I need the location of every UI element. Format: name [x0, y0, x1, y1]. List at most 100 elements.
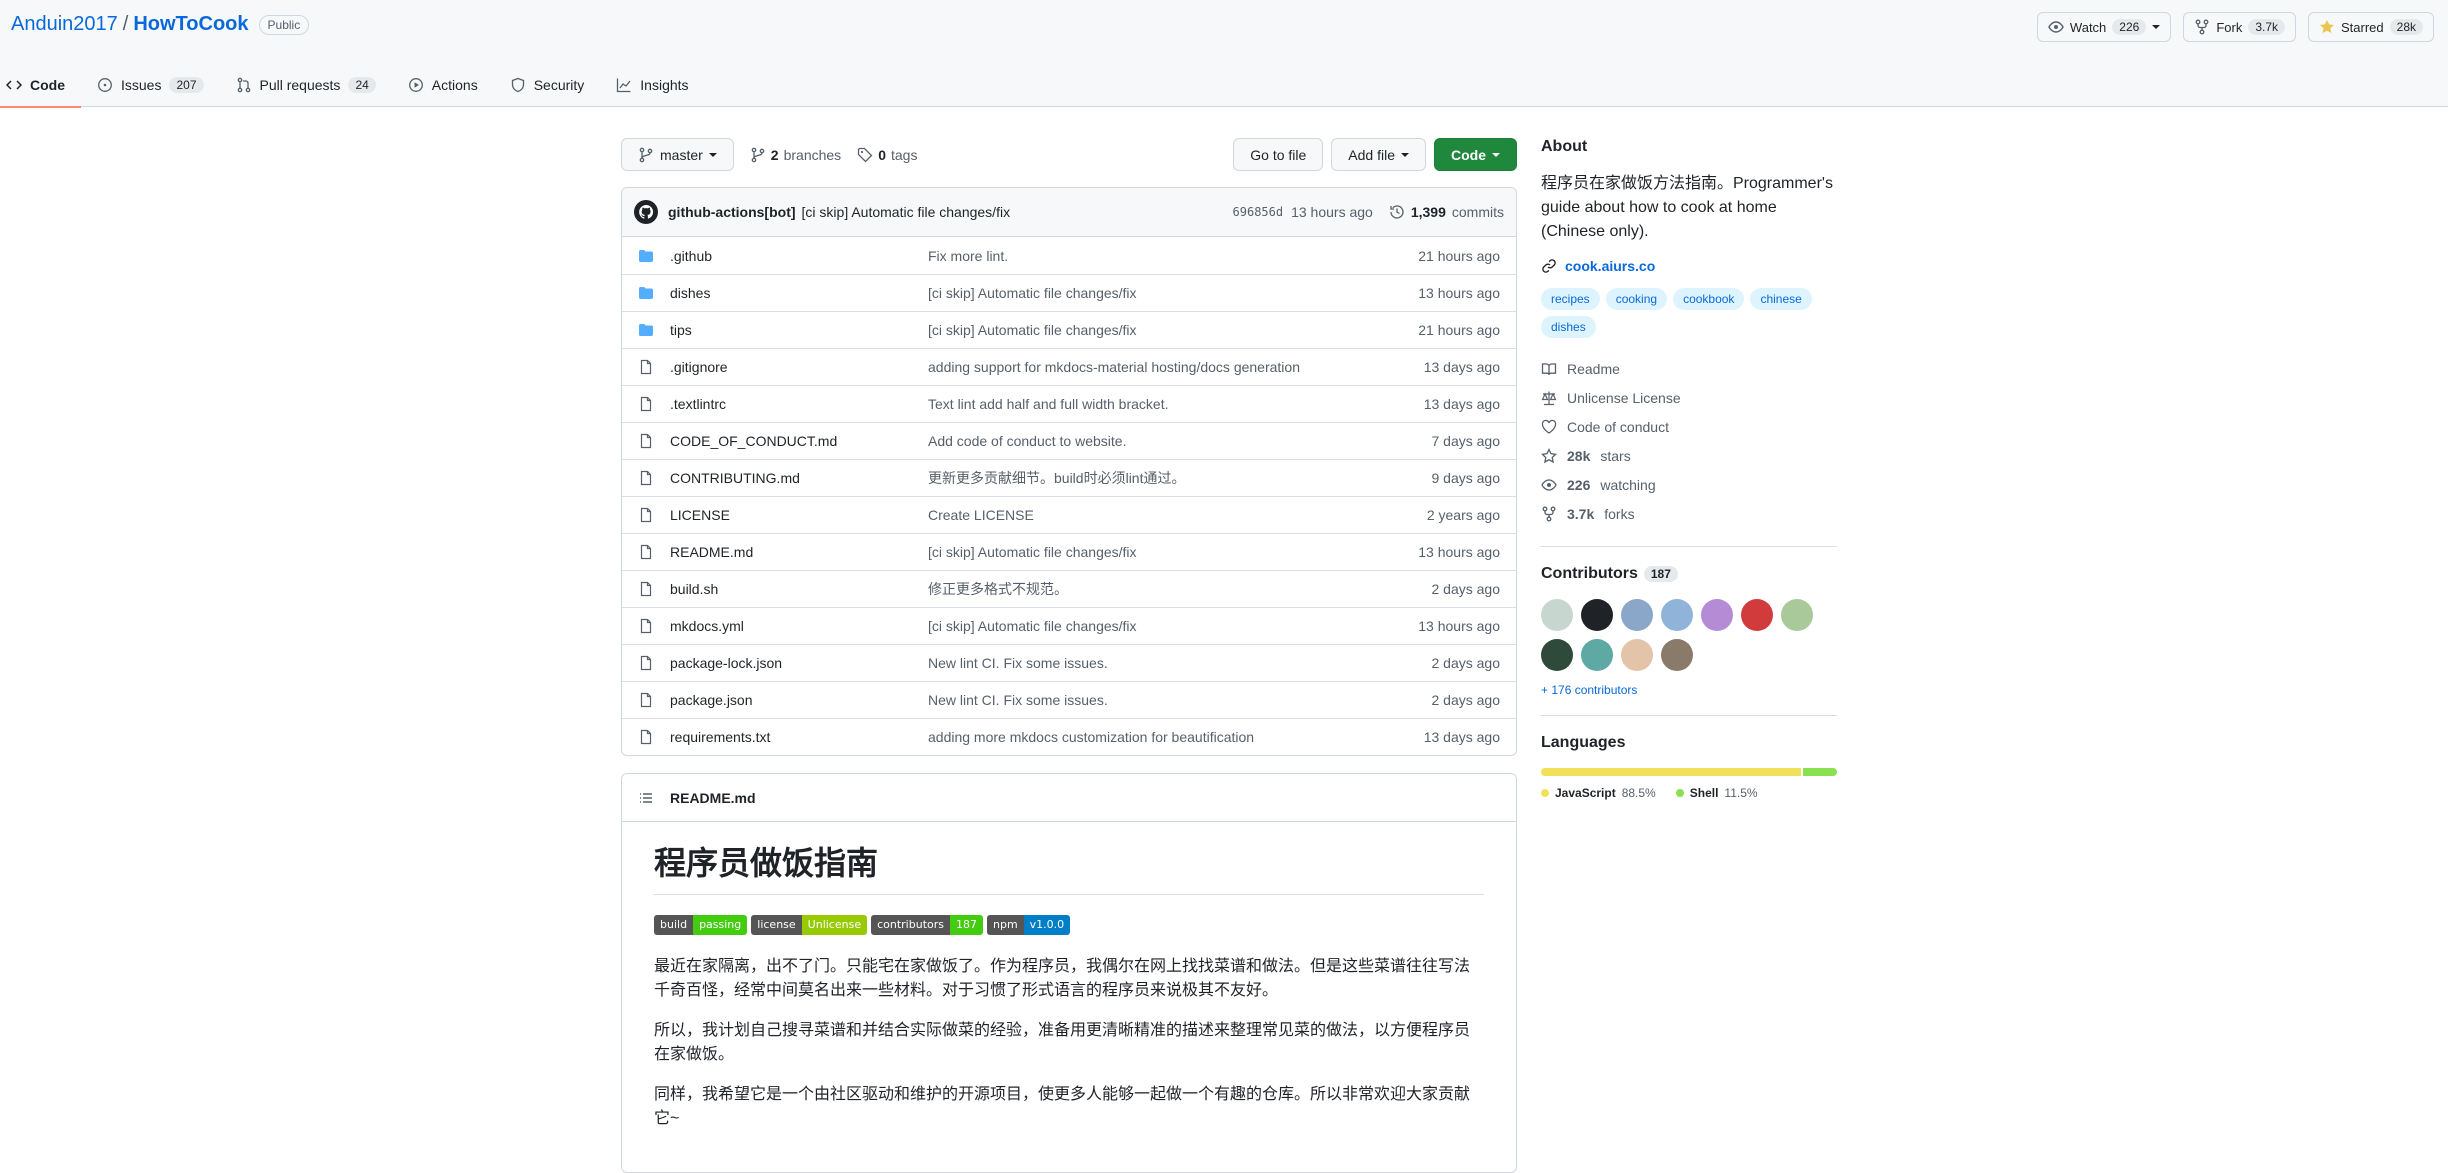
tab-insights[interactable]: Insights	[600, 62, 704, 107]
contributor-avatar[interactable]	[1581, 599, 1613, 631]
file-name-link[interactable]: README.md	[670, 544, 928, 560]
readme-link[interactable]: Readme	[1541, 354, 1837, 383]
file-name-link[interactable]: CODE_OF_CONDUCT.md	[670, 433, 928, 449]
repo-tabs: Code Issues 207 Pull requests 24 Actions…	[0, 62, 705, 108]
watch-count: 226	[2112, 19, 2147, 35]
contributor-avatar[interactable]	[1541, 639, 1573, 671]
fork-icon	[1541, 506, 1557, 522]
file-name-link[interactable]: .textlintrc	[670, 396, 928, 412]
file-commit-age: 2 years ago	[1426, 507, 1500, 523]
file-name-link[interactable]: package.json	[670, 692, 928, 708]
file-commit-age: 21 hours ago	[1418, 322, 1500, 338]
commit-sha-link[interactable]: 696856d	[1233, 205, 1284, 219]
contributor-avatar[interactable]	[1621, 639, 1653, 671]
code-button[interactable]: Code	[1434, 138, 1517, 171]
file-commit-message-link[interactable]: New lint CI. Fix some issues.	[928, 692, 1432, 708]
tab-security[interactable]: Security	[494, 62, 601, 107]
topic-tag[interactable]: cooking	[1605, 288, 1668, 310]
file-name-link[interactable]: package-lock.json	[670, 655, 928, 671]
branches-label: branches	[783, 146, 842, 163]
readme-badge[interactable]: build passing	[654, 915, 748, 935]
contributor-avatar[interactable]	[1581, 639, 1613, 671]
topic-tag[interactable]: recipes	[1541, 288, 1600, 310]
file-row: build.sh 修正更多格式不规范。 2 days ago	[622, 570, 1516, 607]
file-commit-message-link[interactable]: adding more mkdocs customization for bea…	[928, 729, 1424, 745]
file-commit-message-link[interactable]: [ci skip] Automatic file changes/fix	[928, 322, 1418, 338]
license-link[interactable]: Unlicense License	[1541, 383, 1837, 412]
file-commit-message-link[interactable]: [ci skip] Automatic file changes/fix	[928, 544, 1418, 560]
tab-label: Code	[30, 76, 65, 93]
watch-button[interactable]: Watch 226	[2038, 13, 2170, 41]
contributor-avatar[interactable]	[1701, 599, 1733, 631]
github-logo-icon[interactable]	[634, 200, 658, 224]
branch-select-button[interactable]: master	[621, 138, 734, 171]
tab-issues[interactable]: Issues 207	[81, 62, 220, 107]
commit-author-link[interactable]: github-actions[bot]	[668, 204, 796, 220]
stars-link[interactable]: 28k stars	[1541, 441, 1837, 470]
topic-tag[interactable]: dishes	[1541, 316, 1596, 338]
language-color-dot	[1541, 789, 1549, 797]
file-commit-message-link[interactable]: 更新更多贡献细节。build时必须lint通过。	[928, 468, 1432, 488]
more-contributors-link[interactable]: + 176 contributors	[1541, 683, 1837, 697]
readme-header: README.md	[622, 774, 1516, 822]
tab-actions[interactable]: Actions	[392, 62, 494, 107]
repo-owner-link[interactable]: Anduin2017	[11, 13, 118, 36]
fork-button[interactable]: Fork 3.7k	[2184, 13, 2295, 41]
file-commit-message-link[interactable]: [ci skip] Automatic file changes/fix	[928, 618, 1418, 634]
watching-link[interactable]: 226 watching	[1541, 470, 1837, 499]
contributor-avatar[interactable]	[1621, 599, 1653, 631]
go-to-file-button[interactable]: Go to file	[1233, 138, 1324, 171]
file-commit-message-link[interactable]: New lint CI. Fix some issues.	[928, 655, 1432, 671]
add-file-button[interactable]: Add file	[1331, 138, 1426, 171]
tags-link[interactable]: 0 tags	[857, 147, 917, 163]
tags-label: tags	[890, 146, 918, 163]
file-name-link[interactable]: .gitignore	[670, 359, 928, 375]
language-item[interactable]: JavaScript 88.5%	[1541, 786, 1656, 800]
file-name-link[interactable]: tips	[670, 322, 928, 338]
homepage-link[interactable]: cook.aiurs.co	[1541, 258, 1837, 274]
license-label: Unlicense License	[1567, 389, 1681, 406]
file-commit-message-link[interactable]: adding support for mkdocs-material hosti…	[928, 359, 1424, 375]
tab-pull-requests[interactable]: Pull requests 24	[220, 62, 392, 107]
readme-badge[interactable]: license Unlicense	[751, 915, 868, 935]
tags-count: 0	[878, 146, 886, 163]
readme-badge[interactable]: contributors 187	[871, 915, 983, 935]
forks-link[interactable]: 3.7k forks	[1541, 499, 1837, 528]
file-commit-message-link[interactable]: Create LICENSE	[928, 507, 1427, 523]
file-commit-message-link[interactable]: Add code of conduct to website.	[928, 433, 1432, 449]
topic-tag[interactable]: chinese	[1750, 288, 1812, 310]
file-commit-message-link[interactable]: [ci skip] Automatic file changes/fix	[928, 285, 1418, 301]
contributors-label[interactable]: Contributors	[1541, 565, 1638, 583]
file-commit-message-link[interactable]: 修正更多格式不规范。	[928, 579, 1432, 599]
list-icon[interactable]	[638, 790, 654, 806]
readme-badge[interactable]: npm v1.0.0	[987, 915, 1071, 935]
file-name-link[interactable]: dishes	[670, 285, 928, 301]
commits-history-link[interactable]: 1,399 commits	[1389, 204, 1504, 220]
repo-name-link[interactable]: HowToCook	[133, 13, 248, 36]
file-name-link[interactable]: requirements.txt	[670, 729, 928, 745]
commit-message-link[interactable]: [ci skip] Automatic file changes/fix	[802, 204, 1011, 220]
contributor-avatar[interactable]	[1541, 599, 1573, 631]
issue-icon	[97, 77, 113, 93]
star-button[interactable]: Starred 28k	[2309, 13, 2433, 41]
contributor-avatar[interactable]	[1741, 599, 1773, 631]
contributor-avatar[interactable]	[1781, 599, 1813, 631]
topic-tag[interactable]: cookbook	[1673, 288, 1745, 310]
file-name-link[interactable]: mkdocs.yml	[670, 618, 928, 634]
file-commit-age: 13 hours ago	[1418, 285, 1500, 301]
language-item[interactable]: Shell 11.5%	[1675, 786, 1758, 800]
play-circle-icon	[408, 77, 424, 93]
tab-code[interactable]: Code	[0, 62, 81, 108]
add-file-label: Add file	[1348, 146, 1395, 163]
contributor-avatar[interactable]	[1661, 639, 1693, 671]
readme-label: Readme	[1567, 360, 1620, 377]
file-name-link[interactable]: CONTRIBUTING.md	[670, 470, 928, 486]
code-of-conduct-link[interactable]: Code of conduct	[1541, 412, 1837, 441]
branches-link[interactable]: 2 branches	[750, 147, 841, 163]
file-commit-message-link[interactable]: Fix more lint.	[928, 248, 1418, 264]
file-commit-message-link[interactable]: Text lint add half and full width bracke…	[928, 396, 1424, 412]
file-name-link[interactable]: LICENSE	[670, 507, 928, 523]
file-name-link[interactable]: .github	[670, 248, 928, 264]
contributor-avatar[interactable]	[1661, 599, 1693, 631]
file-name-link[interactable]: build.sh	[670, 581, 928, 597]
